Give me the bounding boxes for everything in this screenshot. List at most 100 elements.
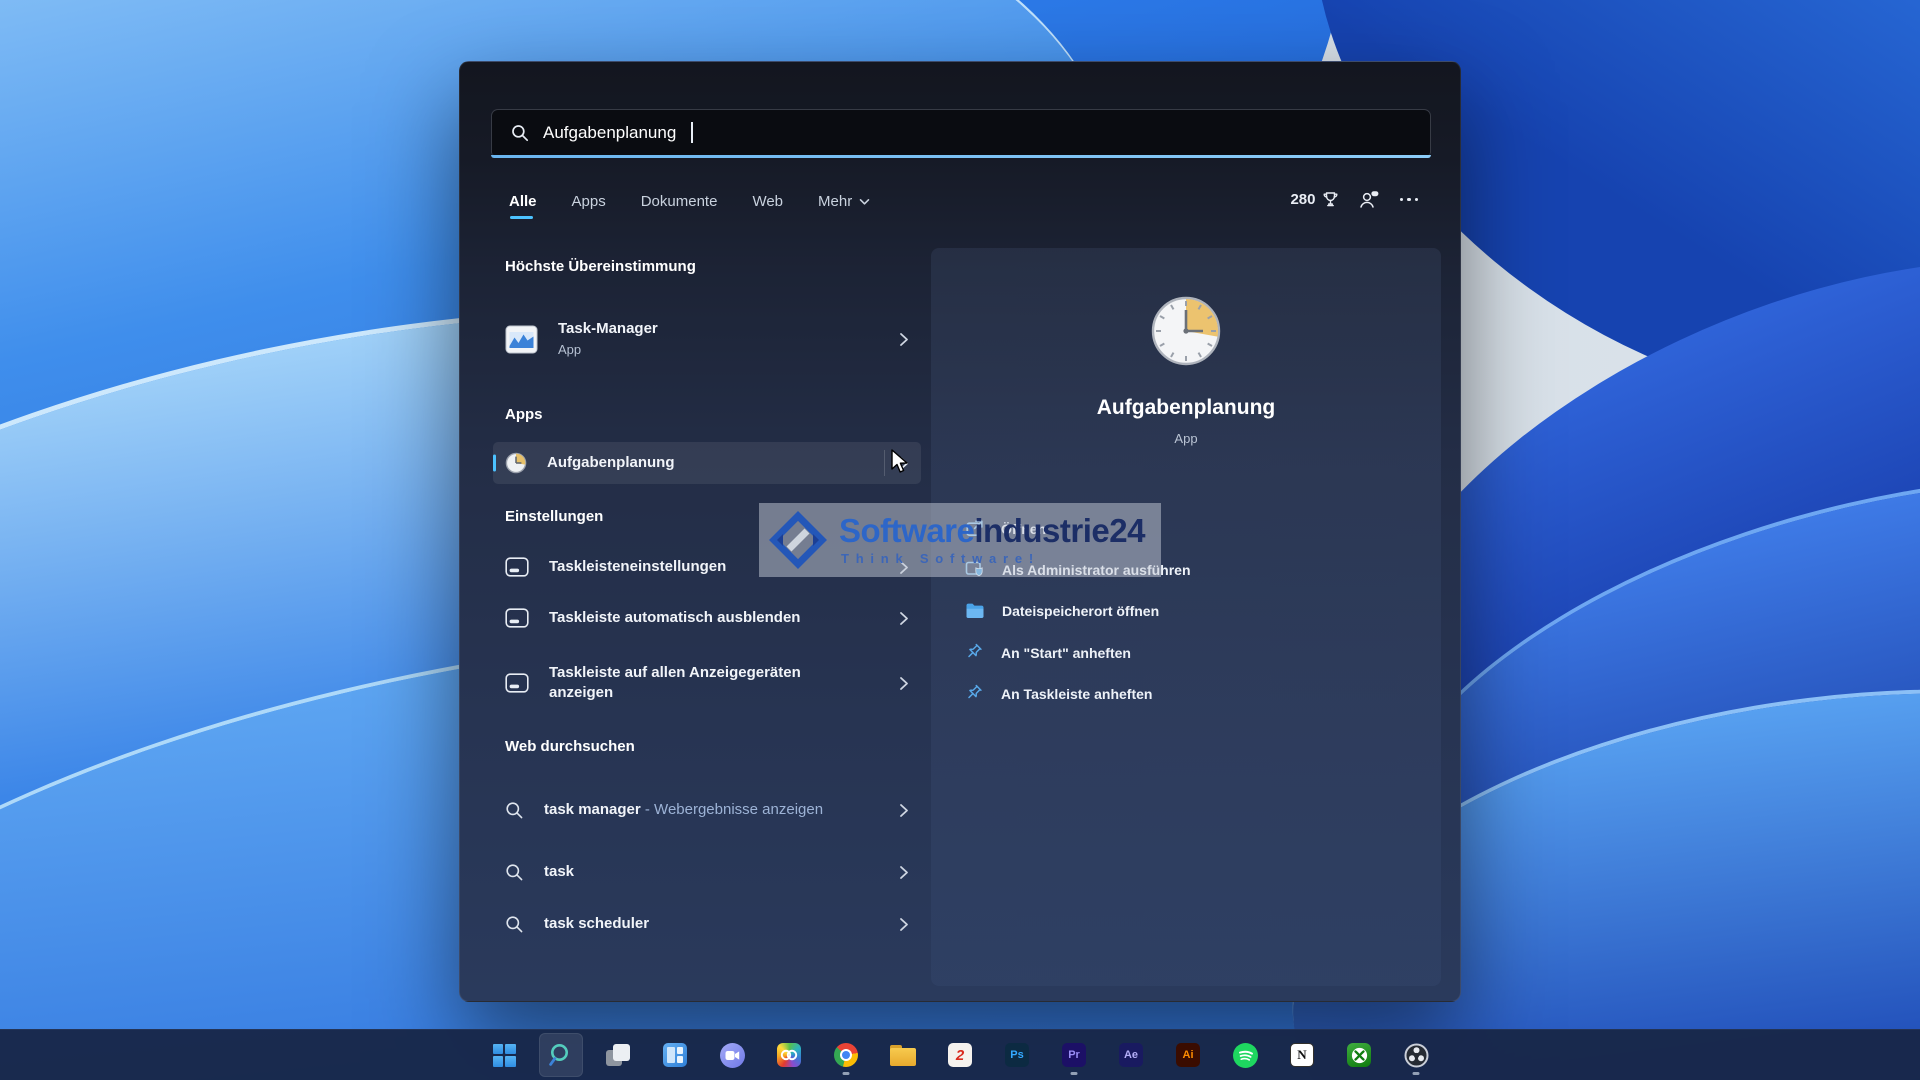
file-explorer-icon — [890, 1045, 916, 1066]
tab-alle[interactable]: Alle — [509, 193, 537, 210]
search-icon — [548, 1042, 574, 1068]
chat-button[interactable] — [710, 1033, 754, 1077]
task-scheduler-clock-icon — [1149, 294, 1223, 373]
spotify-button[interactable] — [1223, 1033, 1267, 1077]
chevron-right-icon[interactable] — [899, 803, 909, 818]
premiere-pro-icon: Pr — [1062, 1043, 1086, 1067]
result-label: Taskleiste automatisch ausblenden — [549, 608, 800, 628]
task-view-button[interactable] — [596, 1033, 640, 1077]
chevron-right-icon[interactable] — [899, 611, 909, 626]
folder-icon — [965, 602, 985, 619]
row-divider — [884, 450, 885, 476]
preview-pane: Aufgabenplanung App Öffnen Als Administr… — [931, 248, 1441, 986]
search-icon — [505, 915, 524, 934]
section-title-best-match: Höchste Übereinstimmung — [505, 258, 696, 275]
watermark-tagline: Think Software! — [841, 551, 1145, 566]
illustrator-icon: Ai — [1176, 1043, 1200, 1067]
search-icon — [511, 124, 529, 142]
result-sublabel: App — [558, 341, 658, 359]
task-manager-icon — [505, 325, 538, 354]
chevron-right-icon[interactable] — [899, 865, 909, 880]
rewards-count: 280 — [1290, 191, 1315, 208]
after-effects-icon: Ae — [1119, 1043, 1143, 1067]
start-button[interactable] — [482, 1033, 526, 1077]
premiere-pro-button[interactable]: Pr — [1052, 1033, 1096, 1077]
rewards-badge[interactable]: 280 — [1290, 191, 1338, 208]
spotify-icon — [1233, 1043, 1258, 1068]
desktop: Aufgabenplanung Alle Apps Dokumente Web … — [0, 0, 1920, 1080]
pin-icon — [965, 643, 984, 662]
search-icon — [505, 863, 524, 882]
chevron-right-icon[interactable] — [899, 676, 909, 691]
tab-dokumente[interactable]: Dokumente — [641, 193, 718, 210]
creative-cloud-button[interactable] — [767, 1033, 811, 1077]
result-label: Taskleiste auf allen Anzeigegeräten anze… — [549, 663, 854, 704]
illustrator-button[interactable]: Ai — [1166, 1033, 1210, 1077]
result-row-aufgabenplanung[interactable]: Aufgabenplanung — [493, 442, 921, 484]
task-view-icon — [606, 1043, 631, 1068]
chrome-icon — [834, 1043, 858, 1067]
obs-studio-button[interactable] — [1394, 1033, 1438, 1077]
search-input[interactable]: Aufgabenplanung — [491, 109, 1431, 155]
search-text: Aufgabenplanung — [543, 123, 676, 143]
xbox-button[interactable] — [1337, 1033, 1381, 1077]
account-icon[interactable] — [1359, 190, 1380, 209]
result-row-task-scheduler[interactable]: task scheduler — [493, 903, 921, 945]
result-row-taskleiste-ausblenden[interactable]: Taskleiste automatisch ausblenden — [493, 597, 921, 639]
taskbar-search-button[interactable] — [539, 1033, 583, 1077]
taskbar-settings-icon — [505, 557, 529, 577]
after-effects-button[interactable]: Ae — [1109, 1033, 1153, 1077]
action-an-taskleiste-anheften[interactable]: An Taskleiste anheften — [951, 673, 1421, 714]
tab-web[interactable]: Web — [752, 193, 783, 210]
result-label: Task-Manager — [558, 319, 658, 339]
filter-tabs: Alle Apps Dokumente Web Mehr — [509, 193, 870, 210]
task-scheduler-clock-icon — [505, 452, 527, 474]
result-suffix: - Webergebnisse anzeigen — [645, 801, 823, 818]
selection-accent-bar — [493, 455, 496, 472]
app-2-icon: 2 — [948, 1043, 972, 1067]
preview-app-title: Aufgabenplanung — [931, 396, 1441, 420]
result-label: Aufgabenplanung — [547, 453, 675, 473]
section-title-apps: Apps — [505, 406, 543, 423]
photoshop-icon: Ps — [1005, 1043, 1029, 1067]
watermark-logo-icon — [767, 509, 829, 571]
taskbar-settings-icon — [505, 673, 529, 693]
tab-apps[interactable]: Apps — [572, 193, 606, 210]
result-row-task-manager[interactable]: Task-Manager App — [493, 310, 921, 368]
pin-icon — [965, 684, 984, 703]
result-row-task[interactable]: task — [493, 851, 921, 893]
widgets-icon — [663, 1043, 687, 1067]
result-row-task-manager-web[interactable]: task manager - Webergebnisse anzeigen — [493, 782, 921, 838]
text-caret — [691, 122, 693, 143]
widgets-button[interactable] — [653, 1033, 697, 1077]
chevron-right-icon[interactable] — [899, 917, 909, 932]
watermark-brand: Softwareindustrie24 — [839, 514, 1145, 547]
action-an-start-anheften[interactable]: An "Start" anheften — [951, 632, 1421, 673]
section-title-einstellungen: Einstellungen — [505, 508, 603, 525]
result-label: task — [544, 862, 574, 882]
result-row-taskleiste-anzeigegeraete[interactable]: Taskleiste auf allen Anzeigegeräten anze… — [493, 655, 921, 711]
photoshop-button[interactable]: Ps — [995, 1033, 1039, 1077]
mouse-cursor — [890, 449, 914, 475]
windows-logo-icon — [493, 1044, 516, 1067]
action-dateispeicherort[interactable]: Dateispeicherort öffnen — [951, 590, 1421, 631]
result-label: Taskleisteneinstellungen — [549, 557, 726, 577]
more-ellipsis-icon[interactable] — [1400, 198, 1419, 202]
creative-cloud-icon — [777, 1043, 801, 1067]
preview-app-type: App — [931, 431, 1441, 446]
chat-icon — [720, 1043, 745, 1068]
search-icon — [505, 801, 524, 820]
taskbar-settings-icon — [505, 608, 529, 628]
file-explorer-button[interactable] — [881, 1033, 925, 1077]
panel-top-right: 280 — [1290, 190, 1418, 209]
rewards-trophy-icon — [1322, 191, 1339, 208]
chevron-right-icon[interactable] — [899, 332, 909, 347]
chevron-down-icon — [859, 198, 870, 206]
tab-mehr[interactable]: Mehr — [818, 193, 870, 210]
xbox-icon — [1347, 1043, 1371, 1067]
chrome-button[interactable] — [824, 1033, 868, 1077]
result-label: task manager — [544, 801, 641, 818]
obs-studio-icon — [1404, 1043, 1429, 1068]
notion-button[interactable]: N — [1280, 1033, 1324, 1077]
app-2-button[interactable]: 2 — [938, 1033, 982, 1077]
